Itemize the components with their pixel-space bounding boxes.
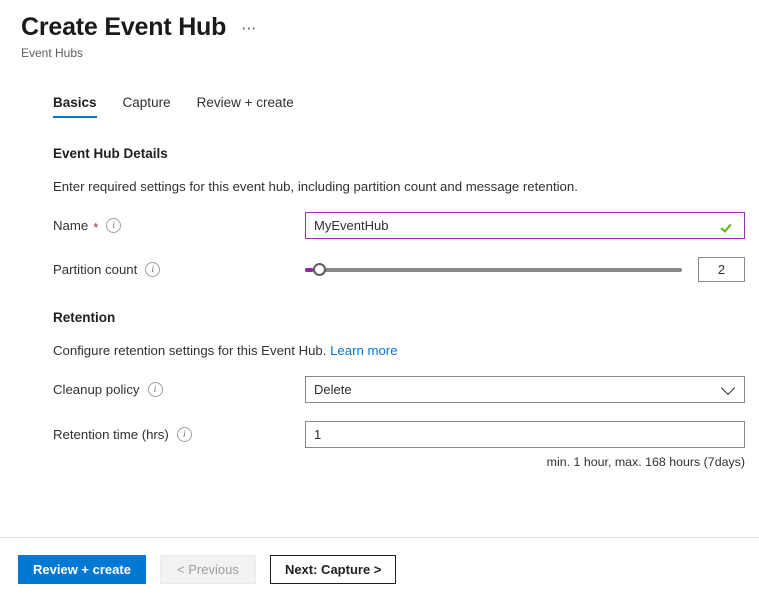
wizard-tabs: Basics Capture Review + create xyxy=(0,95,759,118)
next-capture-button[interactable]: Next: Capture > xyxy=(270,555,396,584)
valid-check-icon xyxy=(722,221,736,231)
page-title: Create Event Hub xyxy=(21,12,226,42)
partition-count-control: 2 xyxy=(305,257,745,282)
name-control: MyEventHub xyxy=(305,212,745,239)
info-icon[interactable]: i xyxy=(106,218,121,233)
page-subtitle: Event Hubs xyxy=(21,46,759,60)
tab-review-create[interactable]: Review + create xyxy=(197,95,294,118)
partition-count-label-text: Partition count xyxy=(53,262,137,277)
required-asterisk: * xyxy=(93,221,98,234)
partition-count-slider[interactable] xyxy=(305,260,682,280)
wizard-footer: Review + create < Previous Next: Capture… xyxy=(0,538,759,600)
info-icon[interactable]: i xyxy=(148,382,163,397)
review-create-button[interactable]: Review + create xyxy=(18,555,146,584)
cleanup-policy-select[interactable]: Delete xyxy=(305,376,745,403)
page-header: Create Event Hub ⋯ Event Hubs xyxy=(0,0,759,60)
retention-description-text: Configure retention settings for this Ev… xyxy=(53,343,326,358)
name-label: Name * i xyxy=(53,218,305,233)
info-icon[interactable]: i xyxy=(177,427,192,442)
name-label-text: Name xyxy=(53,218,88,233)
learn-more-link[interactable]: Learn more xyxy=(330,343,397,358)
event-hub-details-heading: Event Hub Details xyxy=(53,146,745,161)
cleanup-policy-control: Delete xyxy=(305,376,745,403)
partition-count-value[interactable]: 2 xyxy=(698,257,745,282)
retention-time-input-value: 1 xyxy=(314,427,736,442)
retention-time-input[interactable]: 1 xyxy=(305,421,745,448)
slider-thumb[interactable] xyxy=(313,263,326,276)
previous-button: < Previous xyxy=(160,555,256,584)
name-input[interactable]: MyEventHub xyxy=(305,212,745,239)
slider-fill xyxy=(305,268,313,272)
retention-description: Configure retention settings for this Ev… xyxy=(53,343,745,358)
title-row: Create Event Hub ⋯ xyxy=(21,12,759,42)
name-field-row: Name * i MyEventHub xyxy=(53,212,745,239)
retention-time-label: Retention time (hrs) i xyxy=(53,427,305,442)
retention-time-row: Retention time (hrs) i 1 xyxy=(53,421,745,448)
cleanup-policy-row: Cleanup policy i Delete xyxy=(53,376,745,403)
name-input-value: MyEventHub xyxy=(314,218,722,233)
chevron-down-icon xyxy=(721,380,735,394)
tab-basics[interactable]: Basics xyxy=(53,95,97,118)
info-icon[interactable]: i xyxy=(145,262,160,277)
event-hub-details-description: Enter required settings for this event h… xyxy=(53,179,745,194)
cleanup-policy-label-text: Cleanup policy xyxy=(53,382,140,397)
retention-time-control: 1 xyxy=(305,421,745,448)
cleanup-policy-selected-value: Delete xyxy=(314,382,352,397)
retention-heading: Retention xyxy=(53,310,745,325)
partition-count-label: Partition count i xyxy=(53,262,305,277)
more-options-icon[interactable]: ⋯ xyxy=(239,19,260,37)
retention-time-label-text: Retention time (hrs) xyxy=(53,427,169,442)
tab-capture[interactable]: Capture xyxy=(123,95,171,118)
partition-count-row: Partition count i 2 xyxy=(53,257,745,282)
cleanup-policy-label: Cleanup policy i xyxy=(53,382,305,397)
form-body: Event Hub Details Enter required setting… xyxy=(0,146,759,469)
slider-track xyxy=(305,268,682,272)
retention-time-helper: min. 1 hour, max. 168 hours (7days) xyxy=(53,455,745,469)
